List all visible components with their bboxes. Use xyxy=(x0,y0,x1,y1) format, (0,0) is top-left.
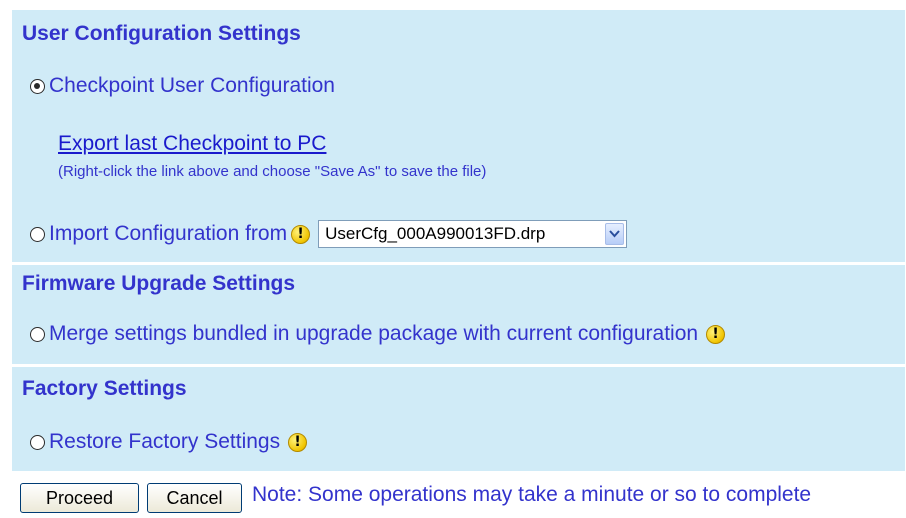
cancel-button[interactable]: Cancel xyxy=(147,483,242,513)
restore-option[interactable]: Restore Factory Settings ! xyxy=(30,430,308,454)
import-file-value: UserCfg_000A990013FD.drp xyxy=(325,224,546,243)
checkpoint-label: Checkpoint User Configuration xyxy=(49,74,335,97)
merge-radio[interactable] xyxy=(30,326,45,342)
proceed-button[interactable]: Proceed xyxy=(20,483,139,513)
config-page: User Configuration Settings Checkpoint U… xyxy=(0,0,906,518)
merge-option[interactable]: Merge settings bundled in upgrade packag… xyxy=(30,322,726,346)
restore-label: Restore Factory Settings xyxy=(49,430,281,453)
factory-section: Factory Settings Restore Factory Setting… xyxy=(12,367,905,471)
export-checkpoint-link[interactable]: Export last Checkpoint to PC xyxy=(58,132,326,156)
factory-title: Factory Settings xyxy=(22,377,187,400)
checkpoint-radio[interactable] xyxy=(30,78,45,94)
firmware-title: Firmware Upgrade Settings xyxy=(22,272,296,295)
import-file-select[interactable]: UserCfg_000A990013FD.drp xyxy=(318,220,628,248)
import-option[interactable]: Import Configuration from ! UserCfg_000A… xyxy=(30,220,628,248)
user-config-section: User Configuration Settings Checkpoint U… xyxy=(12,10,905,262)
checkpoint-option[interactable]: Checkpoint User Configuration xyxy=(30,74,335,98)
export-hint: (Right-click the link above and choose "… xyxy=(58,163,487,180)
chevron-down-icon[interactable] xyxy=(605,223,625,245)
restore-radio[interactable] xyxy=(30,434,45,450)
operation-note: Note: Some operations may take a minute … xyxy=(252,483,812,506)
warning-icon[interactable]: ! xyxy=(288,432,308,452)
user-config-title: User Configuration Settings xyxy=(22,22,301,45)
firmware-section: Firmware Upgrade Settings Merge settings… xyxy=(12,265,905,364)
warning-icon[interactable]: ! xyxy=(291,224,311,244)
warning-icon[interactable]: ! xyxy=(706,324,726,344)
merge-label: Merge settings bundled in upgrade packag… xyxy=(49,322,699,345)
import-label: Import Configuration from xyxy=(49,222,288,245)
import-radio[interactable] xyxy=(30,226,45,242)
